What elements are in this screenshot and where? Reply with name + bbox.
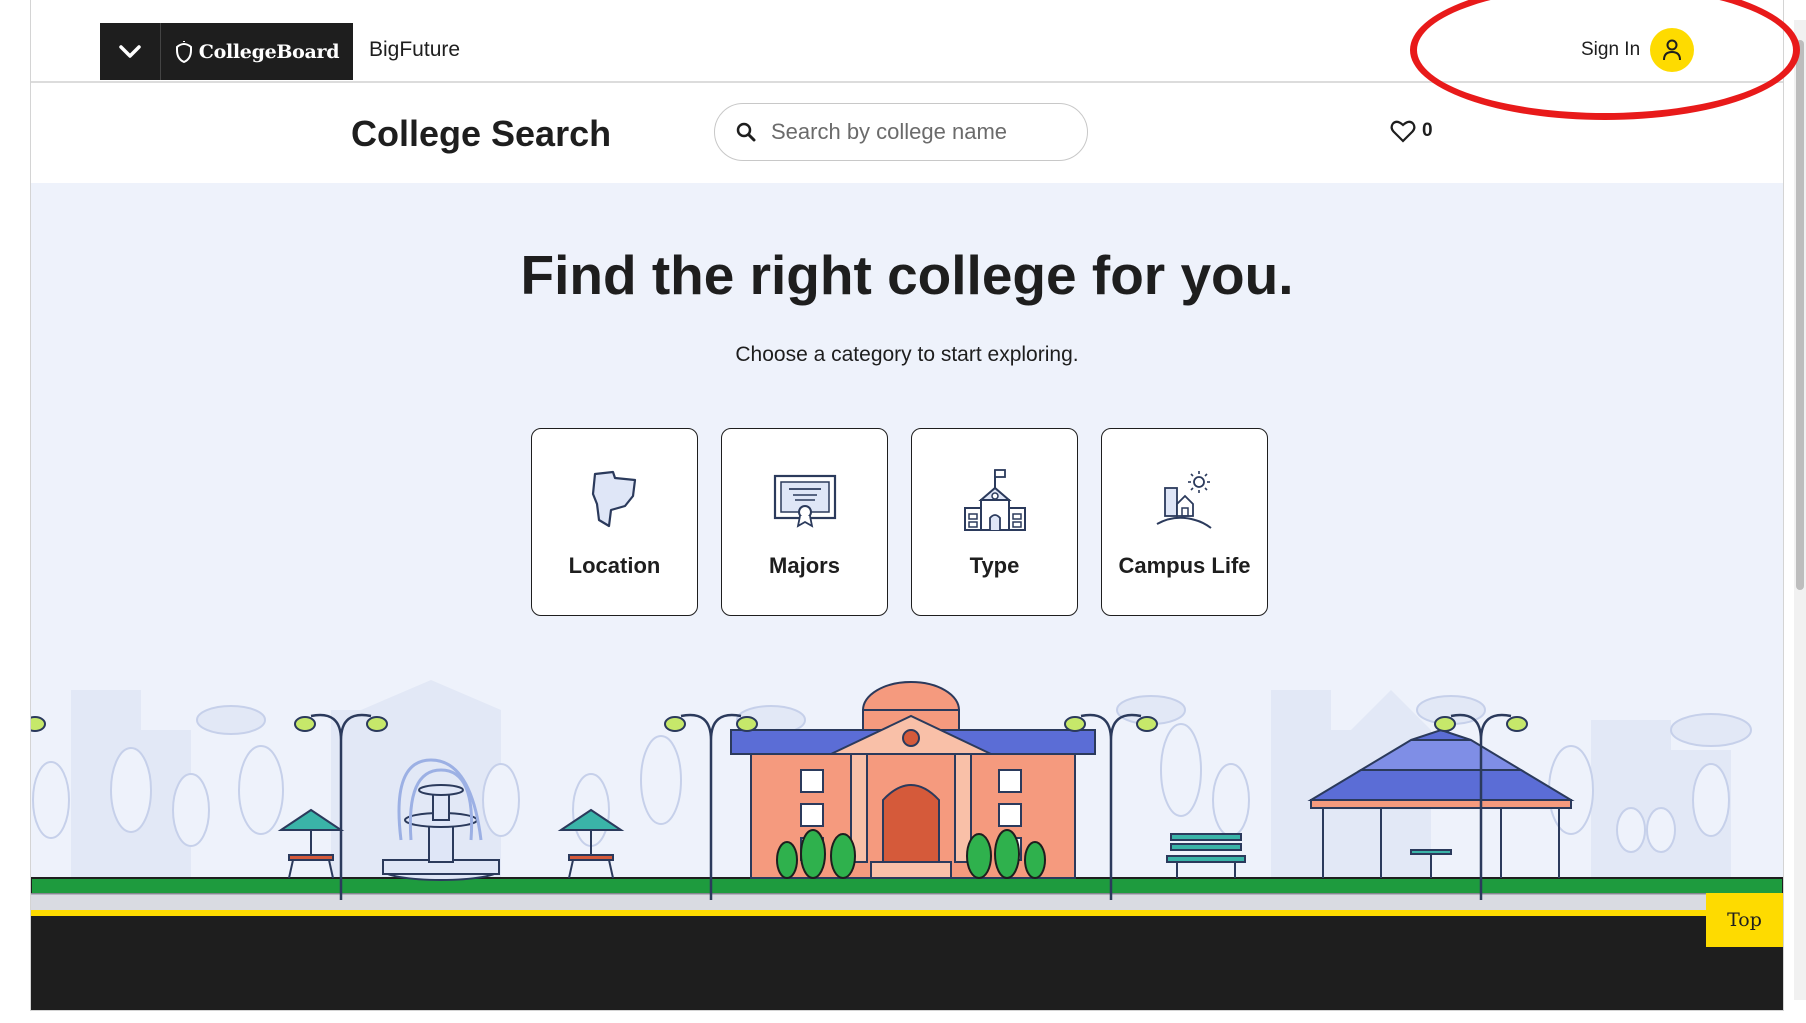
brand-name: CollegeBoard xyxy=(198,40,340,63)
campus-life-icon xyxy=(1156,471,1212,529)
avatar xyxy=(1650,28,1695,72)
menu-toggle-button[interactable] xyxy=(100,23,161,80)
category-label: Location xyxy=(568,553,661,578)
hero-title: Find the right college for you. xyxy=(520,244,1294,306)
browser-viewport: CollegeBoard BigFuture Sign In College S… xyxy=(30,0,1784,1011)
category-label: Type xyxy=(969,553,1020,578)
category-card-location[interactable]: Location xyxy=(531,428,698,616)
campus-illustration xyxy=(31,680,1783,1010)
acorn-icon xyxy=(175,40,192,63)
school-building-icon xyxy=(963,469,1026,531)
sign-in-label: Sign In xyxy=(1581,39,1641,60)
heart-icon xyxy=(1390,120,1416,143)
collegeboard-logo[interactable]: CollegeBoard xyxy=(161,23,353,80)
sign-in-button[interactable]: Sign In xyxy=(1581,28,1695,72)
category-card-type[interactable]: Type xyxy=(911,428,1078,616)
category-label: Majors xyxy=(769,553,840,578)
search-box[interactable] xyxy=(714,103,1088,161)
chevron-down-icon xyxy=(119,44,141,58)
global-header: CollegeBoard BigFuture Sign In xyxy=(31,0,1783,83)
saved-colleges-button[interactable]: 0 xyxy=(1390,119,1433,143)
user-icon xyxy=(1663,39,1682,61)
scrollbar-thumb[interactable] xyxy=(1796,40,1804,590)
page-title: College Search xyxy=(351,113,612,154)
map-state-icon xyxy=(591,470,636,528)
bigfuture-link[interactable]: BigFuture xyxy=(369,38,460,62)
category-label: Campus Life xyxy=(1118,553,1251,578)
local-header: College Search 0 xyxy=(31,83,1783,183)
hero-subtitle: Choose a category to start exploring. xyxy=(735,343,1079,366)
category-card-campus-life[interactable]: Campus Life xyxy=(1101,428,1268,616)
search-icon xyxy=(736,122,756,142)
scrollbar[interactable] xyxy=(1794,20,1806,1000)
back-to-top-button[interactable]: Top xyxy=(1706,893,1783,947)
hero-section: Find the right college for you. Choose a… xyxy=(31,183,1783,1010)
category-list: Location Majors Type Campus Life xyxy=(531,428,1268,616)
saved-count: 0 xyxy=(1422,120,1433,141)
diploma-icon xyxy=(773,474,836,528)
category-card-majors[interactable]: Majors xyxy=(721,428,888,616)
search-input[interactable] xyxy=(769,118,1063,146)
